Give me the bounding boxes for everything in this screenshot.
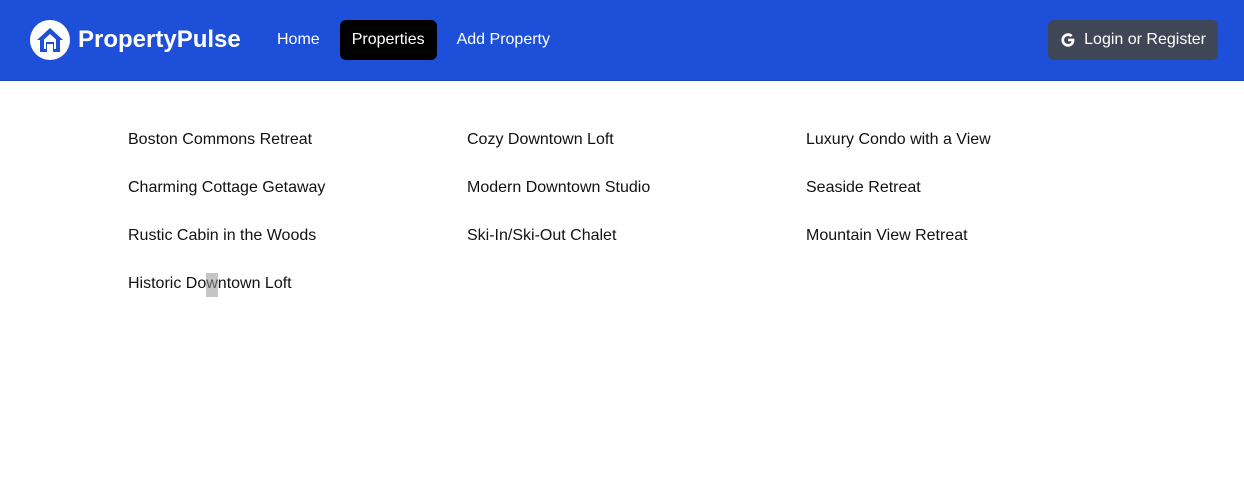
property-link[interactable]: Historic Downtown Loft	[128, 268, 467, 300]
property-link[interactable]: Charming Cottage Getaway	[128, 172, 467, 204]
login-register-label: Login or Register	[1084, 31, 1206, 48]
navbar: PropertyPulse Home Properties Add Proper…	[0, 0, 1244, 81]
property-link[interactable]: Modern Downtown Studio	[467, 172, 806, 204]
property-link[interactable]: Cozy Downtown Loft	[467, 124, 806, 156]
property-link[interactable]: Luxury Condo with a View	[806, 124, 1145, 156]
property-link[interactable]: Ski-In/Ski-Out Chalet	[467, 220, 806, 252]
nav-properties[interactable]: Properties	[339, 20, 437, 60]
brand-link[interactable]: PropertyPulse	[30, 20, 241, 60]
property-link[interactable]: Mountain View Retreat	[806, 220, 1145, 252]
property-list: Boston Commons Retreat Cozy Downtown Lof…	[128, 124, 1144, 316]
nav-add-property[interactable]: Add Property	[445, 20, 562, 60]
google-icon	[1060, 32, 1076, 48]
nav-links: Home Properties Add Property	[265, 20, 570, 60]
login-register-button[interactable]: Login or Register	[1048, 20, 1218, 60]
house-icon	[30, 20, 70, 60]
property-link[interactable]: Boston Commons Retreat	[128, 124, 467, 156]
brand-name: PropertyPulse	[78, 26, 241, 53]
property-grid: Boston Commons Retreat Cozy Downtown Lof…	[128, 124, 1144, 316]
property-link[interactable]: Seaside Retreat	[806, 172, 1145, 204]
property-link[interactable]: Rustic Cabin in the Woods	[128, 220, 467, 252]
nav-home[interactable]: Home	[265, 20, 332, 60]
